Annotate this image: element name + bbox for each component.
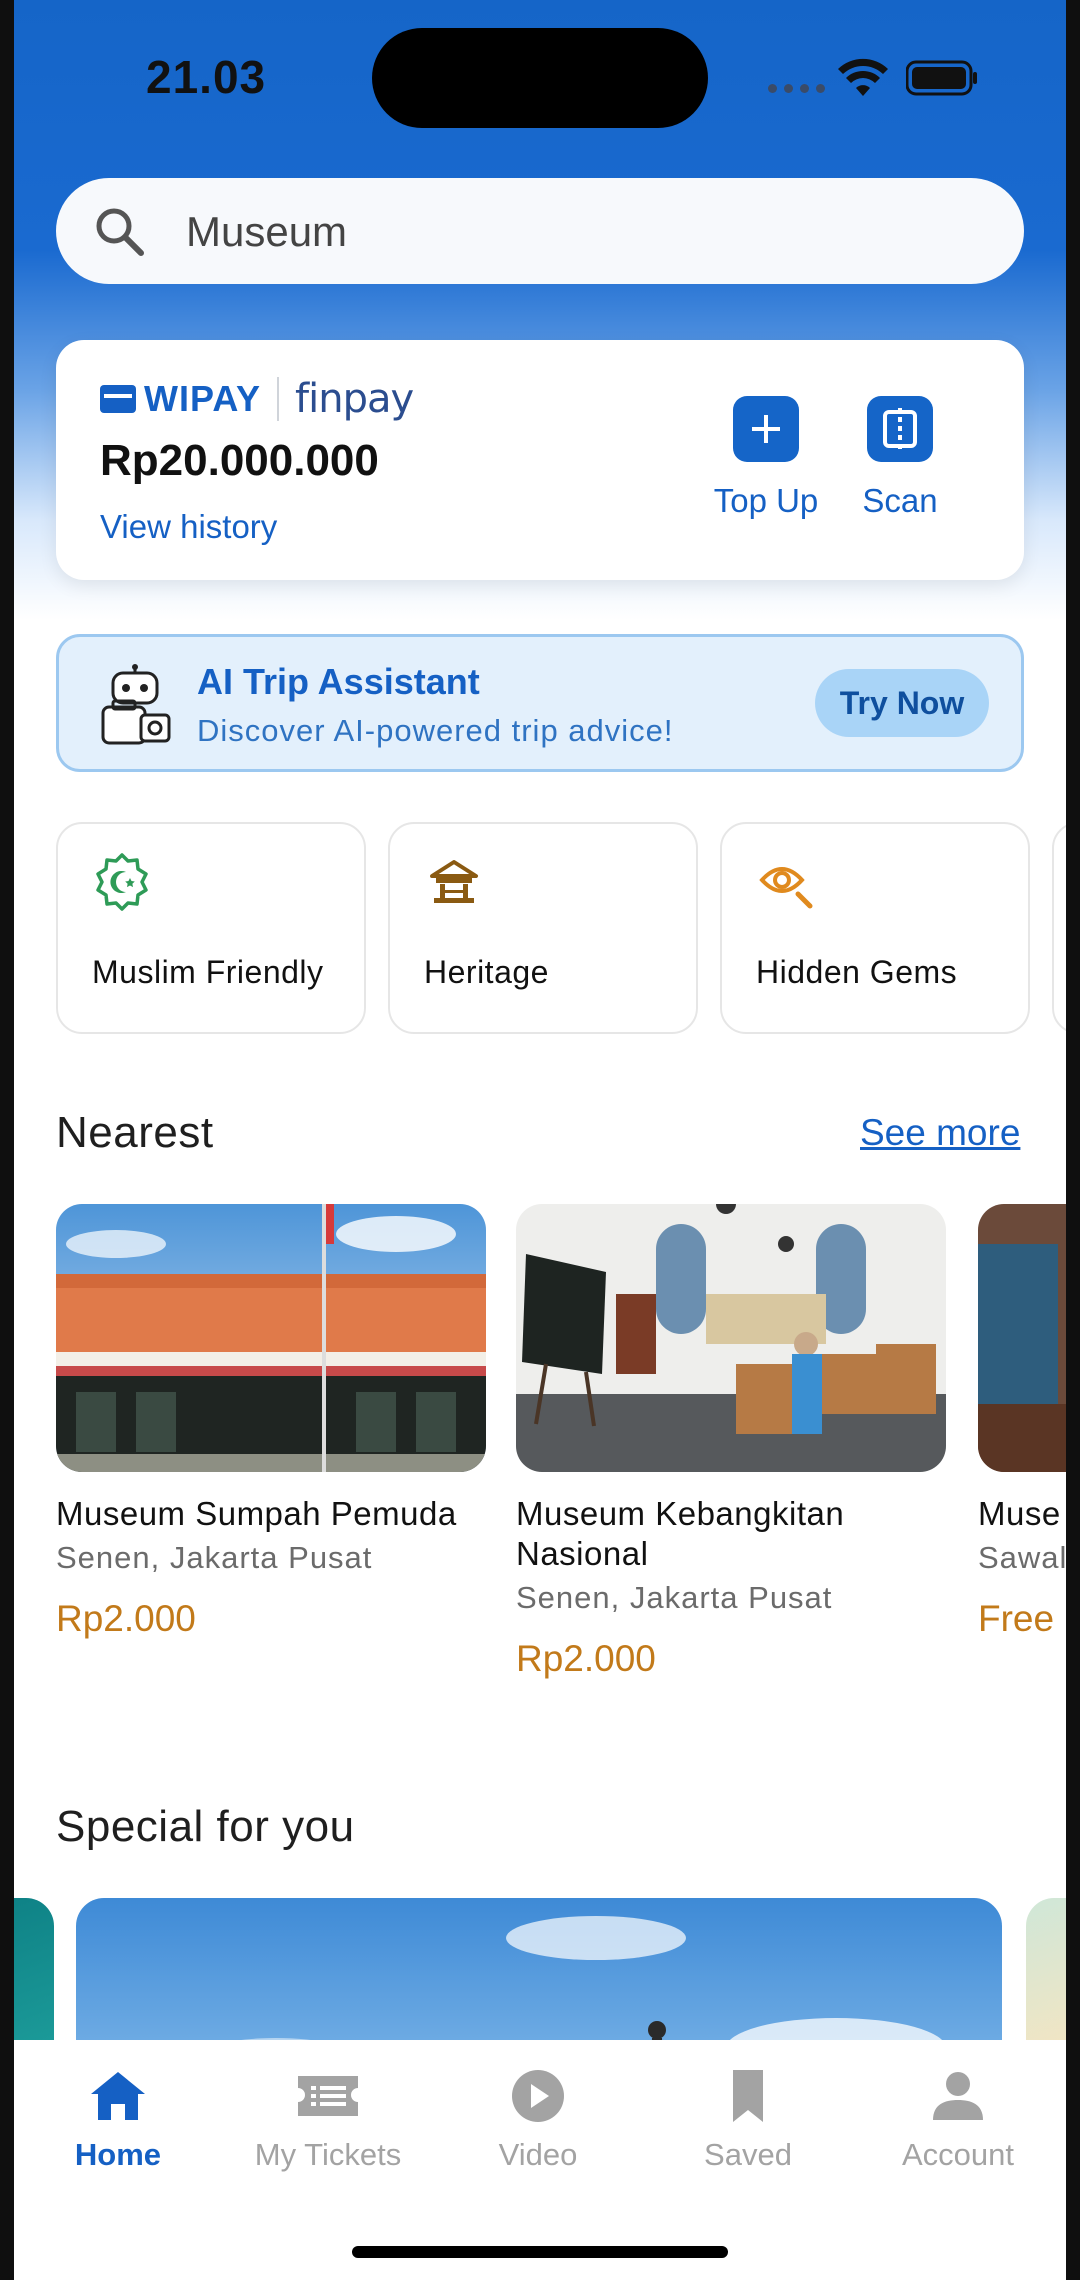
- place-name: Muse: [978, 1495, 1061, 1532]
- heritage-building-icon: [430, 860, 478, 903]
- nav-account[interactable]: Account: [868, 2068, 1048, 2173]
- nav-my-tickets[interactable]: My Tickets: [238, 2068, 418, 2173]
- category-label: Heritage: [424, 954, 549, 990]
- category-heritage[interactable]: Heritage: [388, 822, 698, 1034]
- place-name: Museum Sumpah Pemuda: [56, 1495, 457, 1532]
- battery-icon: [906, 60, 977, 96]
- top-up-button[interactable]: Top Up: [696, 396, 836, 520]
- place-price: Free: [978, 1598, 1055, 1639]
- nav-label: Saved: [704, 2137, 792, 2172]
- ai-banner-subtitle: Discover AI-powered trip advice!: [197, 713, 674, 748]
- eye-search-icon: [759, 867, 813, 909]
- ticket-icon: [298, 2076, 358, 2116]
- place-photo: [516, 1204, 946, 1472]
- category-label: Hidden Gems: [756, 954, 958, 990]
- home-icon: [91, 2072, 145, 2120]
- person-icon: [933, 2072, 983, 2120]
- wallet-balance: Rp20.000.000: [100, 436, 379, 485]
- home-indicator: [352, 2246, 728, 2258]
- category-muslim-friendly[interactable]: Muslim Friendly: [56, 822, 366, 1034]
- wallet-logo: WIPAY finpay: [100, 376, 414, 422]
- view-history-link[interactable]: View history: [100, 508, 277, 546]
- nav-label: Account: [901, 2137, 1014, 2172]
- place-card[interactable]: Museum Kebangkitan Nasional Senen, Jakar…: [516, 1204, 946, 1680]
- category-label: Muslim Friendly: [92, 954, 324, 990]
- camera-notch: [372, 28, 708, 128]
- try-now-button[interactable]: Try Now: [815, 669, 989, 737]
- plus-icon: [733, 396, 799, 462]
- logo-divider: [277, 377, 280, 421]
- bookmark-icon: [733, 2070, 763, 2122]
- wifi-icon: [838, 58, 888, 96]
- place-location: Senen, Jakarta Pusat: [516, 1580, 833, 1615]
- ai-banner-title: AI Trip Assistant: [197, 661, 480, 702]
- card-icon: [100, 385, 136, 413]
- place-card[interactable]: Museum Sumpah Pemuda Senen, Jakarta Pusa…: [56, 1204, 486, 1640]
- nav-label: My Tickets: [254, 2137, 402, 2172]
- crescent-badge-icon: [96, 853, 148, 911]
- ai-trip-assistant-banner[interactable]: AI Trip Assistant Discover AI-powered tr…: [56, 634, 1024, 772]
- search-bar[interactable]: Museum: [56, 178, 1024, 284]
- see-more-link[interactable]: See more: [860, 1112, 1020, 1154]
- screen-edge-left: [0, 0, 14, 2280]
- nav-label: Home: [74, 2137, 162, 2172]
- place-location: Sawal: [978, 1540, 1066, 1575]
- place-photo: [56, 1204, 486, 1472]
- place-price: Rp2.000: [516, 1638, 656, 1679]
- category-hidden-gems[interactable]: Hidden Gems: [720, 822, 1030, 1034]
- special-section-title: Special for you: [56, 1802, 355, 1851]
- nearest-section-title: Nearest: [56, 1108, 214, 1157]
- nav-home[interactable]: Home: [28, 2068, 208, 2173]
- scan-icon: [867, 396, 933, 462]
- search-icon: [96, 208, 144, 256]
- place-photo: [978, 1204, 1066, 1472]
- bottom-navigation: Home My Tickets Video Saved Account: [0, 2040, 1066, 2280]
- app-screen: 21.03 Museum WIPAY finpay Rp20.000.000 V…: [0, 0, 1066, 2280]
- place-name: Museum Kebangkitan Nasional: [516, 1495, 845, 1572]
- place-card[interactable]: Muse Sawal Free: [978, 1204, 1066, 1640]
- place-price: Rp2.000: [56, 1598, 196, 1639]
- signal-icon: [768, 84, 825, 93]
- wallet-card: WIPAY finpay Rp20.000.000 View history T…: [56, 340, 1024, 580]
- scan-button[interactable]: Scan: [830, 396, 970, 520]
- top-up-label: Top Up: [713, 482, 819, 519]
- scan-label: Scan: [862, 482, 938, 519]
- place-location: Senen, Jakarta Pusat: [56, 1540, 373, 1575]
- wipay-brand: WIPAY: [144, 378, 262, 419]
- category-partial[interactable]: [1052, 822, 1066, 1034]
- status-time: 21.03: [146, 51, 267, 103]
- nav-saved[interactable]: Saved: [658, 2068, 838, 2173]
- screen-edge-right: [1066, 0, 1080, 2280]
- nav-video[interactable]: Video: [448, 2068, 628, 2173]
- nav-label: Video: [498, 2137, 578, 2172]
- finpay-brand: finpay: [295, 376, 414, 422]
- search-input[interactable]: Museum: [186, 208, 347, 256]
- robot-icon: [101, 664, 171, 745]
- play-circle-icon: [512, 2070, 564, 2122]
